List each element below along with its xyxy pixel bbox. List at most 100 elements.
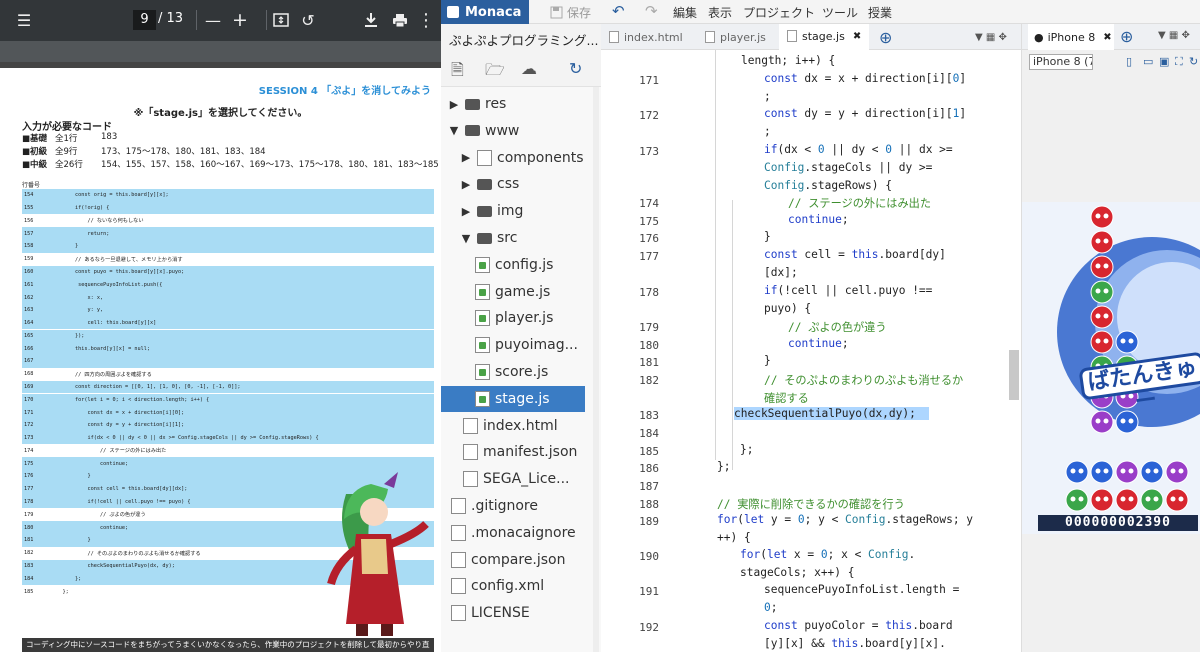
folder-icon xyxy=(465,125,480,137)
line-number: 172 xyxy=(639,109,659,122)
js-file-icon xyxy=(475,337,490,354)
tree-item[interactable]: ▶ img xyxy=(441,198,585,224)
save-button[interactable]: 保存 xyxy=(550,4,591,21)
code-line-text: cell: this.board[y][x] xyxy=(50,320,157,327)
new-file-icon[interactable]: 🗎 xyxy=(451,59,464,86)
tree-item[interactable]: manifest.json xyxy=(441,439,585,465)
chevron-right-icon[interactable]: ▶ xyxy=(459,151,473,164)
game-screen[interactable]: ばたんきゅー 000000002390 xyxy=(1022,202,1200,534)
page-number-input[interactable]: 9 xyxy=(133,10,156,30)
editor-tabs: index.html player.js stage.js ✖ ⊕ ▼ ▦ ✥ xyxy=(601,24,1021,50)
tree-item[interactable]: player.js xyxy=(441,305,585,331)
code-line-text: continue; xyxy=(50,524,129,531)
tree-item[interactable]: compare.json xyxy=(441,547,585,573)
tree-item[interactable]: puyoimag... xyxy=(441,332,585,358)
file-icon xyxy=(451,605,466,622)
refresh-icon[interactable]: ↻ xyxy=(1189,55,1198,68)
editor-scrollbar[interactable] xyxy=(1009,350,1019,400)
menu-tools[interactable]: ツール xyxy=(822,4,858,21)
new-folder-icon[interactable]: 🗁 xyxy=(485,59,505,86)
tab-controls[interactable]: ▼ ▦ ✥ xyxy=(1158,30,1190,41)
code-line-text: sequencePuyoInfoList.push({ xyxy=(50,281,163,288)
tree-item[interactable]: game.js xyxy=(441,279,585,305)
tree-item[interactable]: config.js xyxy=(441,252,585,278)
code-line-number: 171 xyxy=(24,409,34,416)
tree-item[interactable]: ▶ res xyxy=(441,91,585,117)
file-icon xyxy=(451,578,466,595)
tree-item[interactable]: config.xml xyxy=(441,573,585,599)
portrait-icon[interactable]: ▯ xyxy=(1126,55,1132,68)
code-line-number: 183 xyxy=(24,562,34,569)
chevron-right-icon[interactable]: ▶ xyxy=(447,98,461,111)
add-tab-icon[interactable]: ⊕ xyxy=(1120,27,1133,46)
code-line: ++) { xyxy=(717,531,751,544)
refresh-icon[interactable]: ↻ xyxy=(569,59,582,78)
code-line: [dx]; xyxy=(764,266,798,279)
tree-item[interactable]: index.html xyxy=(441,413,585,439)
tab-index-html[interactable]: index.html xyxy=(601,24,697,50)
code-line: } xyxy=(764,354,771,367)
undo-icon[interactable]: ↶ xyxy=(612,2,625,20)
download-icon[interactable] xyxy=(362,8,380,32)
tree-item[interactable]: LICENSE xyxy=(441,600,585,626)
tab-controls[interactable]: ▼ ▦ ✥ xyxy=(967,24,1021,50)
tree-item[interactable]: ▶ css xyxy=(441,171,585,197)
puyo-eye xyxy=(1178,496,1184,502)
code-line: const dy = y + direction[i][1] xyxy=(764,107,967,120)
line-number: 183 xyxy=(639,409,659,422)
puyo-eye xyxy=(1095,418,1101,424)
tab-player-js[interactable]: player.js xyxy=(697,24,779,50)
req-lines: 154、155、157、158、160〜167、169〜173、175〜178、… xyxy=(101,160,439,170)
external-icon[interactable]: ⛶ xyxy=(1175,55,1183,69)
code-editor[interactable]: length; i++) { 171 const dx = x + direct… xyxy=(601,50,1021,652)
print-icon[interactable] xyxy=(391,8,409,32)
req-count: 全1行 xyxy=(55,134,78,144)
tab-iphone8[interactable]: ● iPhone 8 ✖ xyxy=(1028,24,1114,50)
upload-icon[interactable]: ☁ xyxy=(521,59,537,78)
code-line: if(!cell || cell.puyo !== xyxy=(764,284,933,297)
zoom-out-icon[interactable]: — xyxy=(204,8,222,32)
tree-item[interactable]: .gitignore xyxy=(441,493,585,519)
chevron-right-icon[interactable]: ▶ xyxy=(459,178,473,191)
landscape-icon[interactable]: ▭ xyxy=(1143,55,1153,68)
menu-icon[interactable]: ☰ xyxy=(14,8,34,32)
chevron-down-icon[interactable]: ▼ xyxy=(447,124,461,137)
chevron-right-icon[interactable]: ▶ xyxy=(459,205,473,218)
monaca-logo[interactable]: Monaca xyxy=(441,0,529,24)
code-line-number: 160 xyxy=(24,268,34,275)
code-listing-row: 159 // あるなら一旦退避して、メモリ上から消す xyxy=(22,253,434,266)
zoom-in-icon[interactable]: + xyxy=(231,8,249,32)
tree-item[interactable]: ▼ src xyxy=(441,225,585,251)
tree-scrollbar[interactable] xyxy=(593,87,599,652)
redo-icon[interactable]: ↷ xyxy=(645,2,658,20)
tab-stage-js[interactable]: stage.js ✖ xyxy=(779,24,869,50)
rotate-icon[interactable]: ↺ xyxy=(299,8,317,32)
chevron-down-icon[interactable]: ▼ xyxy=(459,232,473,245)
menu-class[interactable]: 授業 xyxy=(868,4,892,21)
tree-item[interactable]: .monacaignore xyxy=(441,520,585,546)
puyo-eye xyxy=(1103,288,1109,294)
code-line: [y][x] && this.board[y][x]. xyxy=(764,637,946,650)
menu-project[interactable]: プロジェクト xyxy=(743,4,815,21)
tree-item[interactable]: ▼ www xyxy=(441,118,585,144)
puyo-eye xyxy=(1145,468,1151,474)
puyo xyxy=(1090,488,1114,512)
device-select[interactable]: iPhone 8 (750 xyxy=(1029,54,1093,70)
add-tab-icon[interactable]: ⊕ xyxy=(871,24,895,50)
fit-page-icon[interactable] xyxy=(272,8,290,32)
code-line-text: // あるなら一旦退避して、メモリ上から消す xyxy=(50,256,183,263)
tree-item[interactable]: ▶ components xyxy=(441,145,585,171)
puyo-eye xyxy=(1078,468,1084,474)
menu-view[interactable]: 表示 xyxy=(708,4,732,21)
more-icon[interactable]: ⋮ xyxy=(417,8,435,32)
close-icon[interactable]: ✖ xyxy=(853,31,861,42)
tree-item[interactable]: stage.js xyxy=(441,385,585,412)
tree-item[interactable]: score.js xyxy=(441,359,585,385)
tree-item[interactable]: SEGA_Lice... xyxy=(441,466,585,492)
screenshot-icon[interactable]: ▣ xyxy=(1159,55,1169,68)
menu-edit[interactable]: 編集 xyxy=(673,4,697,21)
code-line-text: } xyxy=(50,473,91,480)
tree-item-label: css xyxy=(497,176,520,193)
close-icon[interactable]: ✖ xyxy=(1103,32,1111,43)
code-line: 確認する xyxy=(764,392,809,405)
